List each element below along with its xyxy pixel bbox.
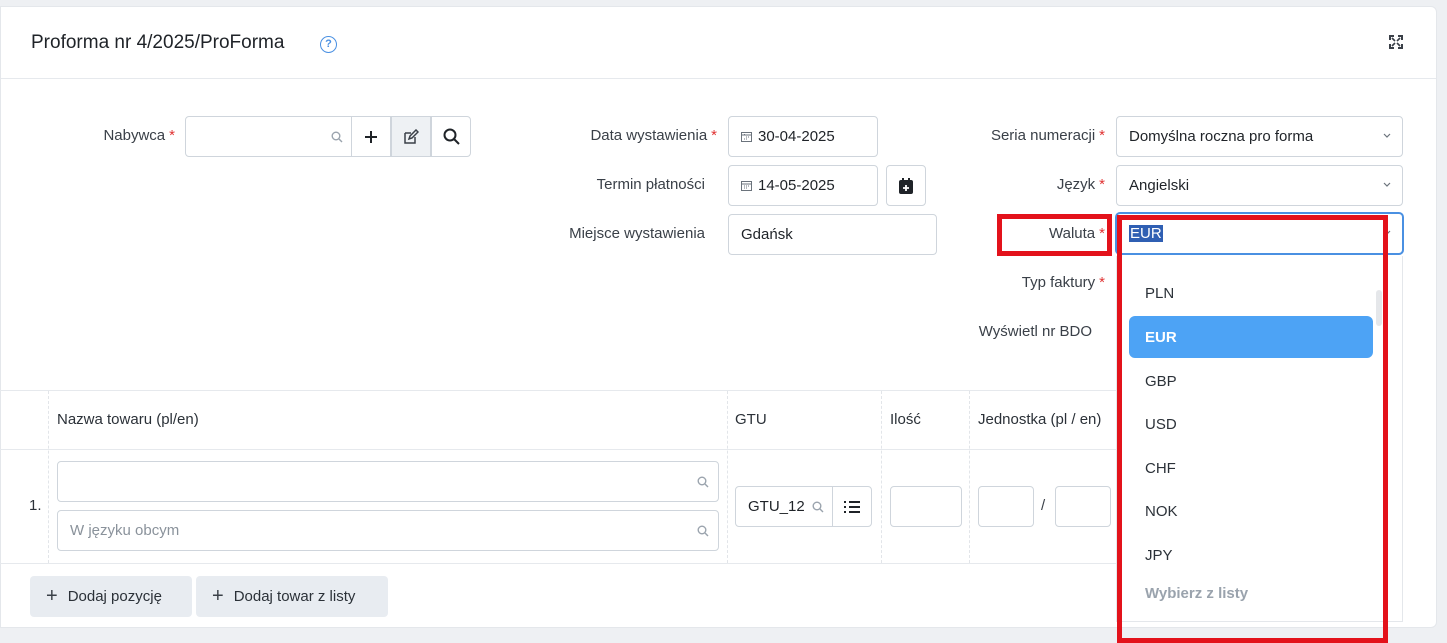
column-header-unit: Jednostka (pl / en)	[978, 411, 1102, 428]
issue-date-label: Data wystawienia *	[590, 127, 717, 144]
column-header-name: Nazwa towaru (pl/en)	[57, 411, 199, 428]
payment-term-label: Termin płatności	[596, 176, 705, 193]
edit-buyer-button[interactable]	[391, 116, 431, 157]
calendar-icon	[741, 132, 752, 142]
page-title: Proforma nr 4/2025/ProForma	[31, 32, 285, 53]
card-header: Proforma nr 4/2025/ProForma ?	[1, 7, 1436, 79]
annotation-highlight-label	[997, 214, 1112, 256]
buyer-input[interactable]	[185, 116, 352, 157]
buyer-label: Nabywca *	[103, 127, 175, 144]
product-name-input[interactable]	[57, 461, 719, 502]
help-icon[interactable]: ?	[320, 36, 337, 53]
payment-term-input[interactable]: 14-05-2025	[728, 165, 878, 206]
chevron-down-icon	[1383, 133, 1391, 138]
unit-en-input[interactable]	[1055, 486, 1111, 527]
search-buyer-button[interactable]	[431, 116, 471, 157]
col-divider	[969, 391, 970, 563]
gtu-input[interactable]: GTU_12	[735, 486, 833, 527]
gtu-list-button[interactable]	[832, 486, 872, 527]
unit-pl-input[interactable]	[978, 486, 1034, 527]
unit-separator: /	[1041, 497, 1046, 514]
table-header-border	[0, 449, 1116, 450]
edit-icon	[404, 128, 419, 144]
place-input[interactable]: Gdańsk	[728, 214, 937, 255]
col-divider	[881, 391, 882, 563]
column-header-gtu: GTU	[735, 411, 767, 428]
calendar-plus-icon	[899, 177, 913, 194]
row-index: 1.	[29, 497, 42, 514]
bdo-label: Wyświetl nr BDO	[978, 323, 1092, 340]
expand-icon[interactable]	[1388, 34, 1404, 50]
list-icon	[844, 500, 860, 513]
place-label: Miejsce wystawienia	[569, 225, 705, 242]
plus-icon	[365, 130, 377, 143]
chevron-down-icon	[1383, 182, 1391, 187]
search-icon	[697, 525, 709, 537]
col-divider	[48, 391, 49, 563]
add-buyer-button[interactable]	[351, 116, 391, 157]
payment-term-calendar-button[interactable]	[886, 165, 926, 206]
calendar-icon	[741, 181, 752, 191]
language-select[interactable]: Angielski	[1116, 165, 1403, 206]
quantity-input[interactable]	[890, 486, 962, 527]
numbering-select[interactable]: Domyślna roczna pro forma	[1116, 116, 1403, 157]
add-from-list-button[interactable]: + Dodaj towar z listy	[196, 576, 388, 617]
table-top-border	[0, 390, 1116, 391]
search-icon	[331, 131, 343, 143]
language-label: Język *	[1056, 176, 1105, 193]
col-divider	[727, 391, 728, 563]
invoice-type-label: Typ faktury *	[1021, 274, 1105, 291]
search-icon	[697, 476, 709, 488]
add-position-button[interactable]: + Dodaj pozycję	[30, 576, 192, 617]
plus-icon: +	[212, 585, 224, 607]
column-header-qty: Ilość	[890, 411, 921, 428]
annotation-highlight-dropdown	[1117, 215, 1388, 643]
search-icon	[443, 128, 460, 145]
search-icon	[812, 501, 824, 513]
table-bottom-border	[0, 563, 1116, 564]
product-name-foreign-input[interactable]: W języku obcym	[57, 510, 719, 551]
numbering-label: Seria numeracji *	[990, 127, 1105, 144]
issue-date-input[interactable]: 30-04-2025	[728, 116, 878, 157]
plus-icon: +	[46, 585, 58, 607]
